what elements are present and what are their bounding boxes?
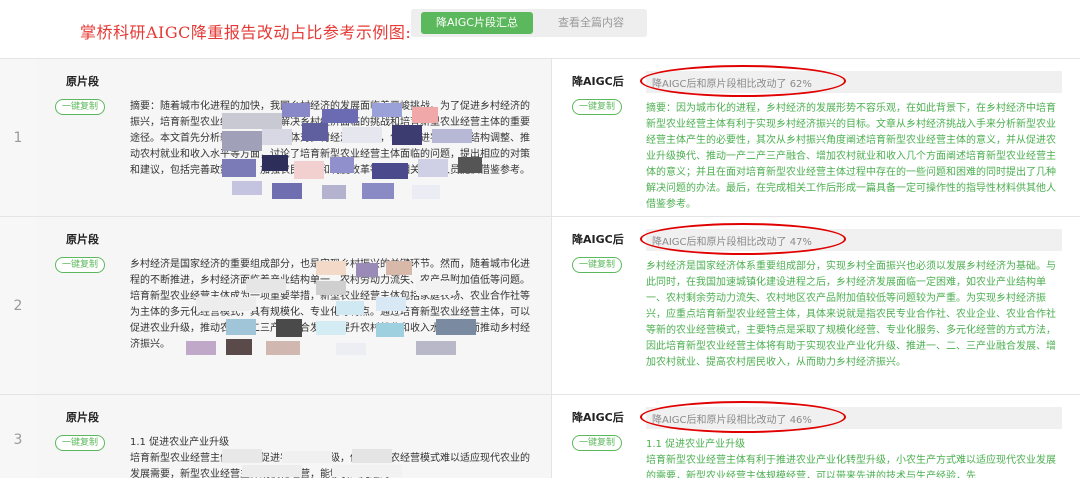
reduced-text: 1.1 促进农业产业升级 培育新型农业经营主体有利于推进农业产业化转型升级，小农… (646, 439, 1056, 478)
view-tabs: 降AIGC片段汇总 查看全篇内容 (411, 9, 647, 37)
reduced-segment-title: 降AIGC后 (572, 411, 624, 424)
redaction-mosaic (222, 449, 462, 478)
reduced-segment-title: 降AIGC后 (572, 75, 624, 88)
row-number: 2 (0, 217, 36, 394)
redaction-mosaic (186, 261, 536, 357)
original-segment: 原片段 一键复制 乡村经济是国家经济的重要组成部分，也是实现乡村振兴的关键环节。… (36, 217, 551, 394)
original-segment-title: 原片段 (66, 233, 99, 246)
copy-original-button[interactable]: 一键复制 (55, 257, 106, 273)
original-segment: 原片段 一键复制 1.1 促进农业产业升级 培育新型农业经营主体有利于促进农业产… (36, 395, 551, 478)
copy-reduced-button[interactable]: 一键复制 (572, 257, 623, 273)
tab-aigc-summary[interactable]: 降AIGC片段汇总 (421, 12, 533, 34)
comparison-row: 2 原片段 一键复制 乡村经济是国家经济的重要组成部分，也是实现乡村振兴的关键环… (0, 216, 1080, 394)
reduced-text: 摘要：因为城市化的进程，乡村经济的发展形势不容乐观，在如此背景下，在乡村经济中培… (646, 103, 1056, 210)
redaction-mosaic (222, 103, 502, 207)
copy-original-button[interactable]: 一键复制 (55, 435, 106, 451)
copy-original-button[interactable]: 一键复制 (55, 99, 106, 115)
comparison-row: 1 原片段 一键复制 摘要：随着城市化进程的加快，我国乡村经济的发展面临着严峻挑… (0, 58, 1080, 216)
original-segment: 原片段 一键复制 摘要：随着城市化进程的加快，我国乡村经济的发展面临着严峻挑战。… (36, 59, 551, 216)
original-segment-title: 原片段 (66, 411, 99, 424)
row-number: 1 (0, 59, 36, 216)
row-number: 3 (0, 395, 36, 478)
header: 掌桥科研AIGC降重报告改动占比参考示例图: 降AIGC片段汇总 查看全篇内容 (0, 0, 1080, 58)
reduced-segment-title: 降AIGC后 (572, 233, 624, 246)
highlight-annotation (640, 65, 846, 97)
tab-full-content[interactable]: 查看全篇内容 (537, 9, 645, 37)
reduced-segment: 降AIGC后 一键复制 降AIGC后和原片段相比改动了 46% 1.1 促进农业… (552, 395, 1080, 478)
reduced-segment: 降AIGC后 一键复制 降AIGC后和原片段相比改动了 62% 摘要：因为城市化… (552, 59, 1080, 216)
comparison-list: 1 原片段 一键复制 摘要：随着城市化进程的加快，我国乡村经济的发展面临着严峻挑… (0, 58, 1080, 478)
page-title: 掌桥科研AIGC降重报告改动占比参考示例图: (80, 23, 412, 42)
copy-reduced-button[interactable]: 一键复制 (572, 435, 623, 451)
highlight-annotation (640, 401, 846, 433)
original-segment-title: 原片段 (66, 75, 99, 88)
copy-reduced-button[interactable]: 一键复制 (572, 99, 623, 115)
comparison-row: 3 原片段 一键复制 1.1 促进农业产业升级 培育新型农业经营主体有利于促进农… (0, 394, 1080, 478)
highlight-annotation (640, 223, 846, 255)
reduced-segment: 降AIGC后 一键复制 降AIGC后和原片段相比改动了 47% 乡村经济是国家经… (552, 217, 1080, 394)
reduced-text: 乡村经济是国家经济体系重要组成部分，实现乡村全面振兴也必须以发展乡村经济为基础。… (646, 261, 1056, 368)
